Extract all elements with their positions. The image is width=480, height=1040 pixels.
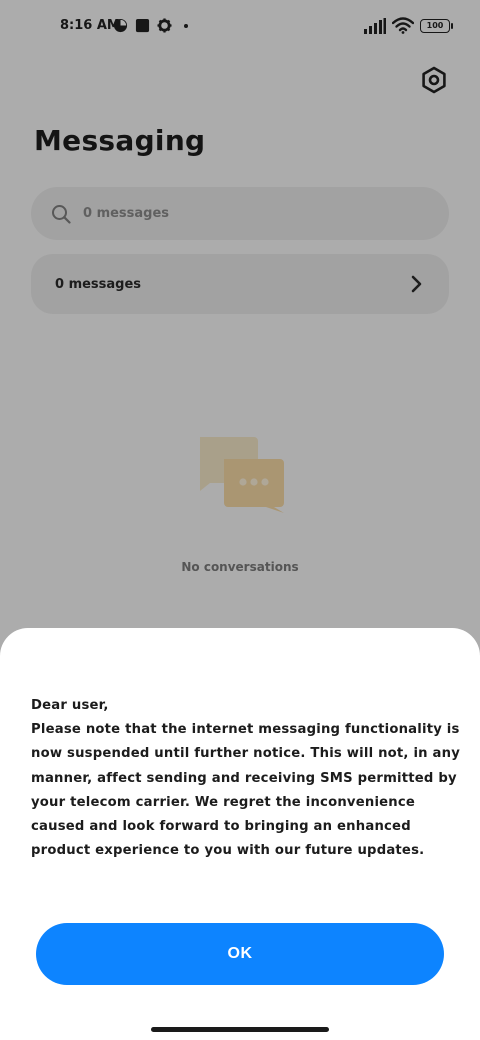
ok-button[interactable]: OK [36,923,444,985]
notice-body: Please note that the internet messaging … [31,722,461,859]
notice-bottom-sheet: Dear user, Please note that the internet… [0,628,480,1040]
messaging-screen: 8:16 AM 100 Messaging 0 messages 0 messa… [0,0,480,1040]
notice-text: Dear user, Please note that the internet… [31,694,467,863]
notice-greeting: Dear user, [31,698,109,713]
home-indicator[interactable] [151,1027,329,1032]
